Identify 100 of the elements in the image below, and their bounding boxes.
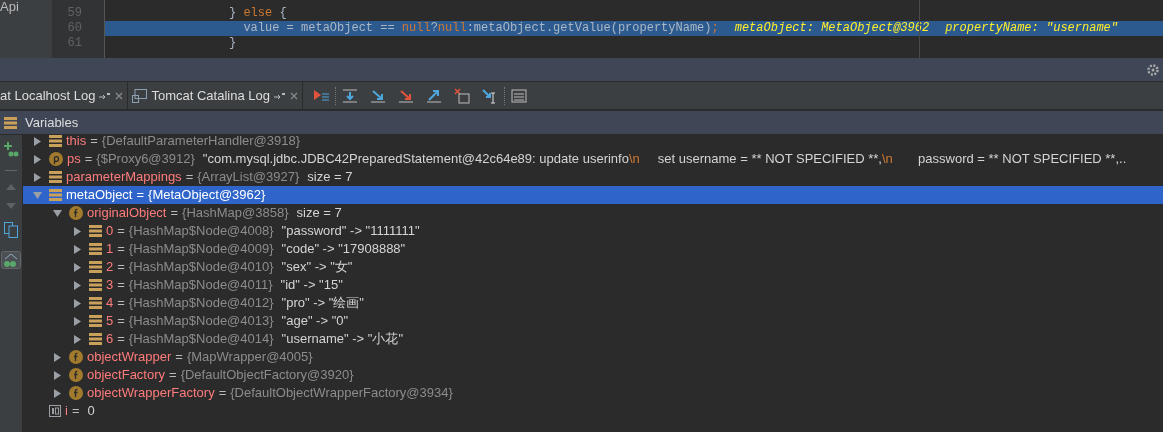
equals-sign: = [185,168,194,187]
panel-title: Variables [25,113,79,132]
variable-type: {HashMap$Node@4008} [128,222,274,241]
variable-row[interactable]: 4 = {HashMap$Node@4012} "pro" -> "绘画" [23,294,1163,312]
tab-label: Tomcat Catalina Log [151,86,270,105]
step-out-icon[interactable] [424,87,443,104]
close-icon[interactable] [289,91,298,100]
close-icon[interactable] [115,91,124,100]
expand-arrow-icon[interactable] [72,262,82,272]
log-tab[interactable]: at Localhost Log [0,82,129,109]
variable-type: {HashMap$Node@4010} [128,258,274,277]
variable-row[interactable]: 6 = {HashMap$Node@4014} "username" -> "小花" [23,330,1163,348]
code-text: ? [430,21,438,36]
field-icon [69,206,83,220]
expand-arrow-icon[interactable] [52,352,62,362]
settings-icon[interactable] [1147,63,1159,76]
equals-sign: = [90,135,98,151]
variable-row[interactable]: this = {DefaultParameterHandler@3918} [23,135,1163,150]
parameter-icon [49,152,63,166]
variable-row[interactable]: 3 = {HashMap$Node@4011} "id" -> "15" [23,276,1163,294]
evaluate-expression-icon[interactable] [509,87,528,104]
expand-arrow-icon[interactable] [72,298,82,308]
variable-value: set username = ** NOT SPECIFIED **, [656,150,882,169]
drop-frame-icon[interactable] [452,87,471,104]
pin-icon[interactable] [273,91,286,100]
equals-sign: = [117,222,125,241]
variable-row[interactable]: parameterMappings = {ArrayList@3927} size = 7 [23,168,1163,186]
pin-icon[interactable] [99,91,112,100]
variable-value: "sex" -> "女" [281,258,353,277]
expand-arrow-icon[interactable] [52,388,62,398]
equals-sign: = [117,330,125,349]
field-icon [69,386,83,400]
expand-arrow-icon[interactable] [72,226,82,236]
variable-row[interactable]: objectFactory = {DefaultObjectFactory@3920} [23,366,1163,384]
variable-value: "username" -> "小花" [281,330,403,349]
variable-name: this [66,135,87,151]
variable-icon [89,315,102,327]
variable-row[interactable]: ps = {$Proxy6@3912} "com.mysql.jdbc.JDBC42PreparedStatement@42c64e89: update userinfo\n set username = ** NOT SPECIFIED **,\n password = ** NOT SPECIFIED **,.. [23,150,1163,168]
force-step-into-icon[interactable] [396,87,415,104]
field-icon [69,350,83,364]
variable-type: {DefaultParameterHandler@3918} [101,135,301,151]
variable-type: {DefaultObjectWrapperFactory@3934} [230,384,453,403]
expand-arrow-icon[interactable] [32,154,42,164]
variable-icon [89,279,102,291]
equals-sign: = [117,294,125,313]
variable-type: {HashMap$Node@4014} [128,330,274,349]
variable-row[interactable]: metaObject = {MetaObject@3962} [23,186,1163,204]
variable-row[interactable]: i = 0 [23,402,1163,420]
project-label: Api [0,0,20,14]
variable-value: "age" -> "0" [281,312,349,331]
code-text: } [228,6,238,21]
variable-icon [89,297,102,309]
variable-row[interactable]: 2 = {HashMap$Node@4010} "sex" -> "女" [23,258,1163,276]
expand-arrow-icon[interactable] [72,244,82,254]
field-icon [69,368,83,382]
variables-icon [4,116,17,129]
variable-icon [89,243,102,255]
expand-arrow-icon[interactable] [72,316,82,326]
equals-sign: = [117,312,125,331]
variable-value: 0 [87,402,95,421]
variable-name: objectWrapper [87,348,172,367]
equals-sign: = [218,384,227,403]
step-into-icon[interactable] [368,87,387,104]
inline-debug-value: metaObject: MetaObject@3962 [734,21,930,36]
variable-row[interactable]: originalObject = {HashMap@3858} size = 7 [23,204,1163,222]
copy-icon[interactable] [4,222,18,238]
variable-icon [49,189,62,201]
new-watch-icon[interactable] [3,141,19,157]
variable-icon [49,171,62,183]
variable-row[interactable]: objectWrapperFactory = {DefaultObjectWrapperFactory@3934} [23,384,1163,402]
variable-name: objectFactory [87,366,166,385]
variable-row[interactable]: 1 = {HashMap$Node@4009} "code" -> "17908888" [23,240,1163,258]
variable-type: {HashMap@3858} [182,204,289,223]
variable-name: 3 [106,276,114,295]
code-text: { [278,6,287,21]
step-over-icon[interactable] [340,87,359,104]
primitive-icon [49,405,61,417]
variable-value: "pro" -> "绘画" [281,294,364,313]
expand-arrow-icon[interactable] [52,370,62,380]
variable-name: 1 [106,240,114,259]
variable-row[interactable]: 5 = {HashMap$Node@4013} "age" -> "0" [23,312,1163,330]
variable-name: 6 [106,330,114,349]
expand-arrow-icon[interactable] [72,280,82,290]
variable-name: 5 [106,312,114,331]
variable-type: {HashMap$Node@4013} [128,312,274,331]
variable-row[interactable]: objectWrapper = {MapWrapper@4005} [23,348,1163,366]
variable-row[interactable]: 0 = {HashMap$Node@4008} "password" -> "1111111" [23,222,1163,240]
expand-arrow-icon[interactable] [72,334,82,344]
equals-sign: = [84,150,93,169]
watches-icon[interactable] [1,251,21,269]
variable-value: "com.mysql.jdbc.JDBC42PreparedStatement@42c64e89: update userinfo [202,150,629,169]
expand-arrow-icon[interactable] [32,172,42,182]
expand-arrow-icon[interactable] [32,136,42,146]
variable-value: password = ** NOT SPECIFIED **,.. [917,150,1127,169]
variable-type: {DefaultObjectFactory@3920} [180,366,354,385]
show-execution-point-icon[interactable] [311,87,330,104]
collapse-arrow-icon[interactable] [52,208,62,218]
equals-sign: = [170,204,179,223]
equals-sign: = [117,240,125,259]
variable-icon [89,333,102,345]
